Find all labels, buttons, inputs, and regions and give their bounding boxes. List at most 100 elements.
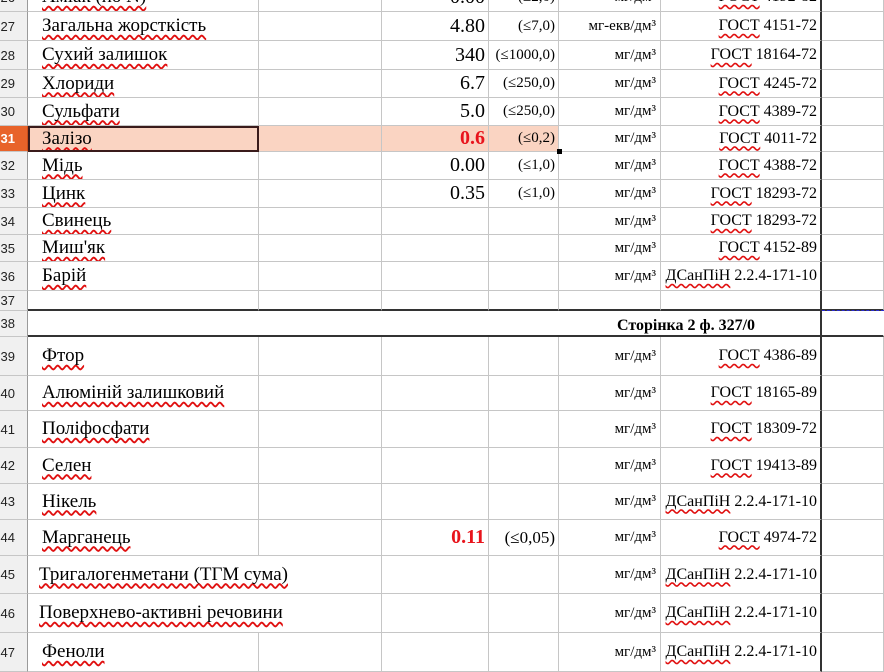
- value-cell[interactable]: [382, 484, 489, 520]
- method-cell[interactable]: [661, 291, 822, 311]
- method-cell[interactable]: ГОСТ 4011-72: [661, 126, 822, 152]
- unit-cell[interactable]: мг/дм³: [559, 70, 661, 98]
- unit-cell[interactable]: мг/дм³: [559, 411, 661, 448]
- norm-cell[interactable]: [489, 262, 559, 291]
- indicator-name-cell[interactable]: Сухий залишок: [28, 41, 259, 70]
- value-cell[interactable]: [382, 262, 489, 291]
- unit-cell[interactable]: мг/дм³: [559, 633, 661, 672]
- value-cell[interactable]: [382, 376, 489, 411]
- blank-cell[interactable]: [259, 208, 382, 235]
- unit-cell[interactable]: мг/дм³: [559, 180, 661, 208]
- method-cell[interactable]: ГОСТ 18165-89: [661, 376, 822, 411]
- row-header[interactable]: 45: [0, 556, 28, 594]
- norm-cell[interactable]: [489, 411, 559, 448]
- spreadsheet-grid[interactable]: 26 Аміак (по N) 0.00 (≤2,0) мг/дм³ ГОСТ 4192-…: [0, 0, 884, 672]
- row-header[interactable]: 46: [0, 594, 28, 633]
- norm-cell[interactable]: [489, 235, 559, 262]
- row-header[interactable]: 39: [0, 337, 28, 376]
- method-cell[interactable]: ГОСТ 18293-72: [661, 180, 822, 208]
- blank-cell[interactable]: [259, 152, 382, 180]
- blank-cell[interactable]: [259, 337, 382, 376]
- indicator-name-cell[interactable]: [28, 291, 259, 311]
- row-header[interactable]: 40: [0, 376, 28, 411]
- row-header[interactable]: 29: [0, 70, 28, 98]
- row-header[interactable]: 26: [0, 0, 28, 12]
- norm-cell[interactable]: (≤7,0): [489, 12, 559, 41]
- value-cell[interactable]: 340: [382, 41, 489, 70]
- unit-cell[interactable]: мг/дм³: [559, 484, 661, 520]
- method-cell[interactable]: ДСанПіН 2.2.4-171-10: [661, 556, 822, 594]
- norm-cell[interactable]: (≤250,0): [489, 70, 559, 98]
- empty-cell[interactable]: [822, 41, 884, 70]
- value-cell[interactable]: [382, 594, 489, 633]
- unit-cell[interactable]: мг/дм³: [559, 337, 661, 376]
- value-cell[interactable]: [382, 633, 489, 672]
- unit-cell[interactable]: мг/дм³: [559, 520, 661, 556]
- method-cell[interactable]: ДСанПіН 2.2.4-171-10: [661, 594, 822, 633]
- indicator-name-cell[interactable]: Марганець: [28, 520, 259, 556]
- norm-cell[interactable]: [489, 633, 559, 672]
- unit-cell[interactable]: мг/дм³: [559, 556, 661, 594]
- row-header[interactable]: 34: [0, 208, 28, 235]
- blank-cell[interactable]: [259, 262, 382, 291]
- row-header[interactable]: 32: [0, 152, 28, 180]
- method-cell[interactable]: ГОСТ 4245-72: [661, 70, 822, 98]
- unit-cell[interactable]: мг/дм³: [559, 448, 661, 484]
- indicator-name-cell[interactable]: Сульфати: [28, 98, 259, 126]
- indicator-name-cell[interactable]: Загальна жорсткість: [28, 12, 259, 41]
- indicator-name-cell[interactable]: Тригалогенметани (ТГМ сума): [28, 556, 382, 594]
- method-cell[interactable]: ГОСТ 4152-89: [661, 235, 822, 262]
- norm-cell[interactable]: (≤0,05): [489, 520, 559, 556]
- value-cell[interactable]: 0.11: [382, 520, 489, 556]
- norm-cell[interactable]: [489, 208, 559, 235]
- blank-cell[interactable]: [259, 291, 382, 311]
- norm-cell[interactable]: (≤1,0): [489, 152, 559, 180]
- empty-cell[interactable]: [822, 594, 884, 633]
- value-cell[interactable]: 0.35: [382, 180, 489, 208]
- method-cell[interactable]: ГОСТ 4388-72: [661, 152, 822, 180]
- indicator-name-cell[interactable]: Цинк: [28, 180, 259, 208]
- norm-cell[interactable]: [489, 556, 559, 594]
- empty-cell[interactable]: [822, 448, 884, 484]
- value-cell[interactable]: 0.6: [382, 126, 489, 152]
- empty-cell[interactable]: [822, 262, 884, 291]
- row-header[interactable]: 28: [0, 41, 28, 70]
- blank-cell[interactable]: [259, 484, 382, 520]
- row-header[interactable]: 35: [0, 235, 28, 262]
- empty-cell[interactable]: [822, 311, 884, 337]
- empty-cell[interactable]: [822, 70, 884, 98]
- row-header[interactable]: 30: [0, 98, 28, 126]
- unit-cell[interactable]: мг/дм³: [559, 98, 661, 126]
- blank-cell[interactable]: [259, 126, 382, 152]
- method-cell[interactable]: ГОСТ 4974-72: [661, 520, 822, 556]
- row-header[interactable]: 36: [0, 262, 28, 291]
- method-cell[interactable]: ГОСТ 4192-82: [661, 0, 822, 12]
- unit-cell[interactable]: мг/дм³: [559, 594, 661, 633]
- empty-cell[interactable]: [822, 235, 884, 262]
- method-cell[interactable]: ГОСТ 18164-72: [661, 41, 822, 70]
- row-header[interactable]: 33: [0, 180, 28, 208]
- indicator-name-cell[interactable]: Залізо: [28, 126, 259, 152]
- row-header[interactable]: 37: [0, 291, 28, 311]
- row-header[interactable]: 38: [0, 311, 28, 337]
- method-cell[interactable]: ГОСТ 18293-72: [661, 208, 822, 235]
- empty-cell[interactable]: [822, 152, 884, 180]
- norm-cell[interactable]: (≤250,0): [489, 98, 559, 126]
- norm-cell[interactable]: (≤1,0): [489, 180, 559, 208]
- value-cell[interactable]: 0.00: [382, 0, 489, 12]
- empty-cell[interactable]: [822, 180, 884, 208]
- norm-cell[interactable]: (≤0,2): [489, 126, 559, 152]
- value-cell[interactable]: 6.7: [382, 70, 489, 98]
- unit-cell[interactable]: мг/дм³: [559, 0, 661, 12]
- indicator-name-cell[interactable]: Мідь: [28, 152, 259, 180]
- norm-cell[interactable]: (≤2,0): [489, 0, 559, 12]
- blank-cell[interactable]: [259, 12, 382, 41]
- row-header[interactable]: 44: [0, 520, 28, 556]
- row-header[interactable]: 31: [0, 126, 28, 152]
- indicator-name-cell[interactable]: Свинець: [28, 208, 259, 235]
- method-cell[interactable]: ДСанПіН 2.2.4-171-10: [661, 633, 822, 672]
- value-cell[interactable]: [382, 291, 489, 311]
- unit-cell[interactable]: мг/дм³: [559, 152, 661, 180]
- fill-handle[interactable]: [557, 149, 562, 154]
- empty-cell[interactable]: [822, 12, 884, 41]
